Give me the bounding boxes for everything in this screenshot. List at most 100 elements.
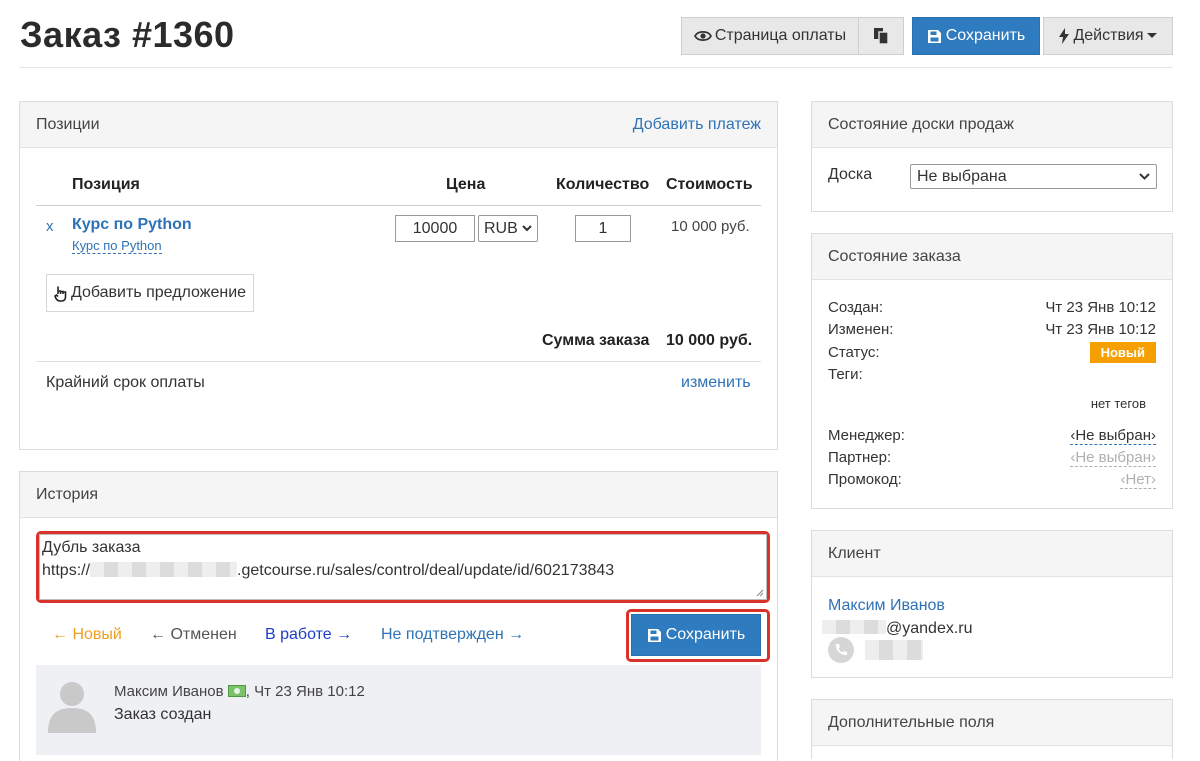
header-divider (19, 67, 1173, 68)
item-cost: 10 000 руб. (671, 218, 750, 235)
table-header-divider (36, 205, 761, 206)
order-state-panel: Состояние заказа Создан: Чт 23 Янв 10:12… (811, 233, 1173, 509)
promo-label: Промокод: (828, 471, 902, 488)
sum-divider (36, 361, 761, 362)
order-sum-label: Сумма заказа (542, 332, 650, 349)
board-label: Доска (828, 166, 873, 183)
redacted-phone (865, 640, 923, 660)
history-entry: Максим Иванов , Чт 23 Янв 10:12 Заказ со… (36, 665, 761, 755)
order-state-title: Состояние заказа (828, 247, 961, 265)
history-text: Заказ создан (114, 706, 212, 723)
board-selected: Не выбрана (917, 167, 1007, 185)
board-panel: Состояние доски продаж Доска Не выбрана (811, 101, 1173, 212)
client-email: @yandex.ru (822, 620, 973, 638)
history-panel: История Дубль заказа https:// .getcourse.… (19, 471, 778, 761)
created-value: Чт 23 Янв 10:12 (1045, 299, 1156, 316)
manager-select-link[interactable]: ‹Не выбран› (1070, 427, 1156, 445)
col-price: Цена (446, 176, 486, 193)
quantity-input[interactable]: 1 (575, 215, 631, 242)
tags-label: Теги: (828, 366, 863, 383)
tags-value: нет тегов (1090, 396, 1146, 411)
extra-fields-title: Дополнительные поля (828, 713, 995, 731)
money-icon (227, 685, 246, 697)
remove-item-button[interactable]: x (46, 218, 54, 235)
modified-value: Чт 23 Янв 10:12 (1045, 321, 1156, 338)
save-button[interactable]: Сохранить (912, 17, 1040, 55)
manager-label: Менеджер: (828, 427, 905, 444)
caret-down-icon (1146, 33, 1157, 38)
client-name-link[interactable]: Максим Иванов (828, 597, 945, 615)
client-email-domain: @yandex.ru (886, 620, 973, 637)
status-in-work-link[interactable]: В работе → (265, 626, 352, 644)
currency-value: RUB (484, 219, 518, 237)
comment-line-2: https:// .getcourse.ru/sales/control/deal… (42, 562, 614, 580)
partner-select-link[interactable]: ‹Не выбран› (1070, 449, 1156, 467)
change-deadline-link[interactable]: изменить (681, 374, 751, 392)
status-unconfirmed-link[interactable]: Не подтвержден → (381, 626, 524, 644)
bolt-icon (1059, 28, 1070, 44)
created-label: Создан: (828, 299, 884, 316)
payment-deadline-label: Крайний срок оплаты (46, 374, 205, 391)
col-quantity: Количество (556, 176, 650, 193)
status-label: Статус: (828, 344, 880, 361)
status-new-link[interactable]: ← Новый (52, 626, 122, 644)
payment-page-button[interactable]: Страница оплаты (681, 17, 859, 55)
copy-button[interactable] (858, 17, 904, 55)
partner-label: Партнер: (828, 449, 892, 466)
history-header: История (20, 472, 777, 518)
eye-icon (693, 30, 712, 42)
status-cancelled-link[interactable]: ← Отменен (150, 626, 237, 644)
col-position: Позиция (72, 176, 140, 193)
add-payment-link[interactable]: Добавить платеж (633, 116, 761, 134)
history-save-label: Сохранить (665, 626, 746, 643)
comment-line-1: Дубль заказа (42, 539, 141, 556)
extra-fields-header: Дополнительные поля (812, 700, 1172, 746)
add-offer-label: Добавить предложение (70, 284, 247, 301)
history-title: История (36, 485, 99, 503)
item-offer-link[interactable]: Курс по Python (72, 238, 162, 254)
phone-icon (828, 637, 854, 663)
positions-panel: Позиции Добавить платеж Позиция Цена Кол… (19, 101, 778, 450)
chevron-down-icon (522, 225, 532, 232)
redacted-email-local (822, 620, 886, 634)
order-sum-value: 10 000 руб. (666, 332, 753, 349)
extra-fields-panel: Дополнительные поля (811, 699, 1173, 759)
avatar (48, 682, 96, 733)
resize-handle-icon (756, 589, 764, 597)
copy-icon (874, 28, 889, 45)
floppy-icon (647, 628, 661, 642)
modified-label: Изменен: (828, 321, 894, 338)
price-input[interactable]: 10000 (395, 215, 475, 242)
history-entry-header: Максим Иванов , Чт 23 Янв 10:12 (114, 683, 365, 700)
board-select[interactable]: Не выбрана (910, 164, 1157, 189)
promo-select-link[interactable]: ‹Нет› (1120, 471, 1156, 489)
actions-label: Действия (1073, 27, 1144, 44)
status-badge: Новый (1089, 342, 1156, 363)
comment-url-prefix: https:// (42, 562, 91, 579)
payment-page-label: Страница оплаты (714, 27, 847, 44)
order-state-header: Состояние заказа (812, 234, 1172, 280)
page-title: Заказ #1360 (20, 14, 235, 55)
client-header: Клиент (812, 531, 1172, 577)
comment-textarea[interactable]: Дубль заказа https:// .getcourse.ru/sales… (39, 534, 767, 600)
history-save-button[interactable]: Сохранить (631, 614, 761, 656)
history-author: Максим Иванов (114, 683, 224, 700)
hand-pointer-icon (53, 286, 67, 302)
board-header: Состояние доски продаж (812, 102, 1172, 148)
actions-dropdown[interactable]: Действия (1043, 17, 1173, 55)
col-cost: Стоимость (666, 176, 753, 193)
chevron-down-icon (1139, 173, 1150, 180)
comment-url-suffix: .getcourse.ru/sales/control/deal/update/… (237, 562, 615, 579)
redacted-subdomain (90, 562, 238, 577)
currency-select[interactable]: RUB (478, 215, 538, 242)
item-name-link[interactable]: Курс по Python (72, 216, 192, 234)
floppy-icon (927, 29, 941, 43)
board-title: Состояние доски продаж (828, 115, 1014, 133)
positions-title: Позиции (36, 115, 100, 133)
add-offer-button[interactable]: Добавить предложение (46, 274, 254, 312)
save-button-label: Сохранить (945, 27, 1026, 44)
history-time: , Чт 23 Янв 10:12 (245, 683, 365, 700)
positions-header: Позиции Добавить платеж (20, 102, 777, 148)
client-title: Клиент (828, 544, 881, 562)
client-panel: Клиент Максим Иванов @yandex.ru (811, 530, 1173, 678)
